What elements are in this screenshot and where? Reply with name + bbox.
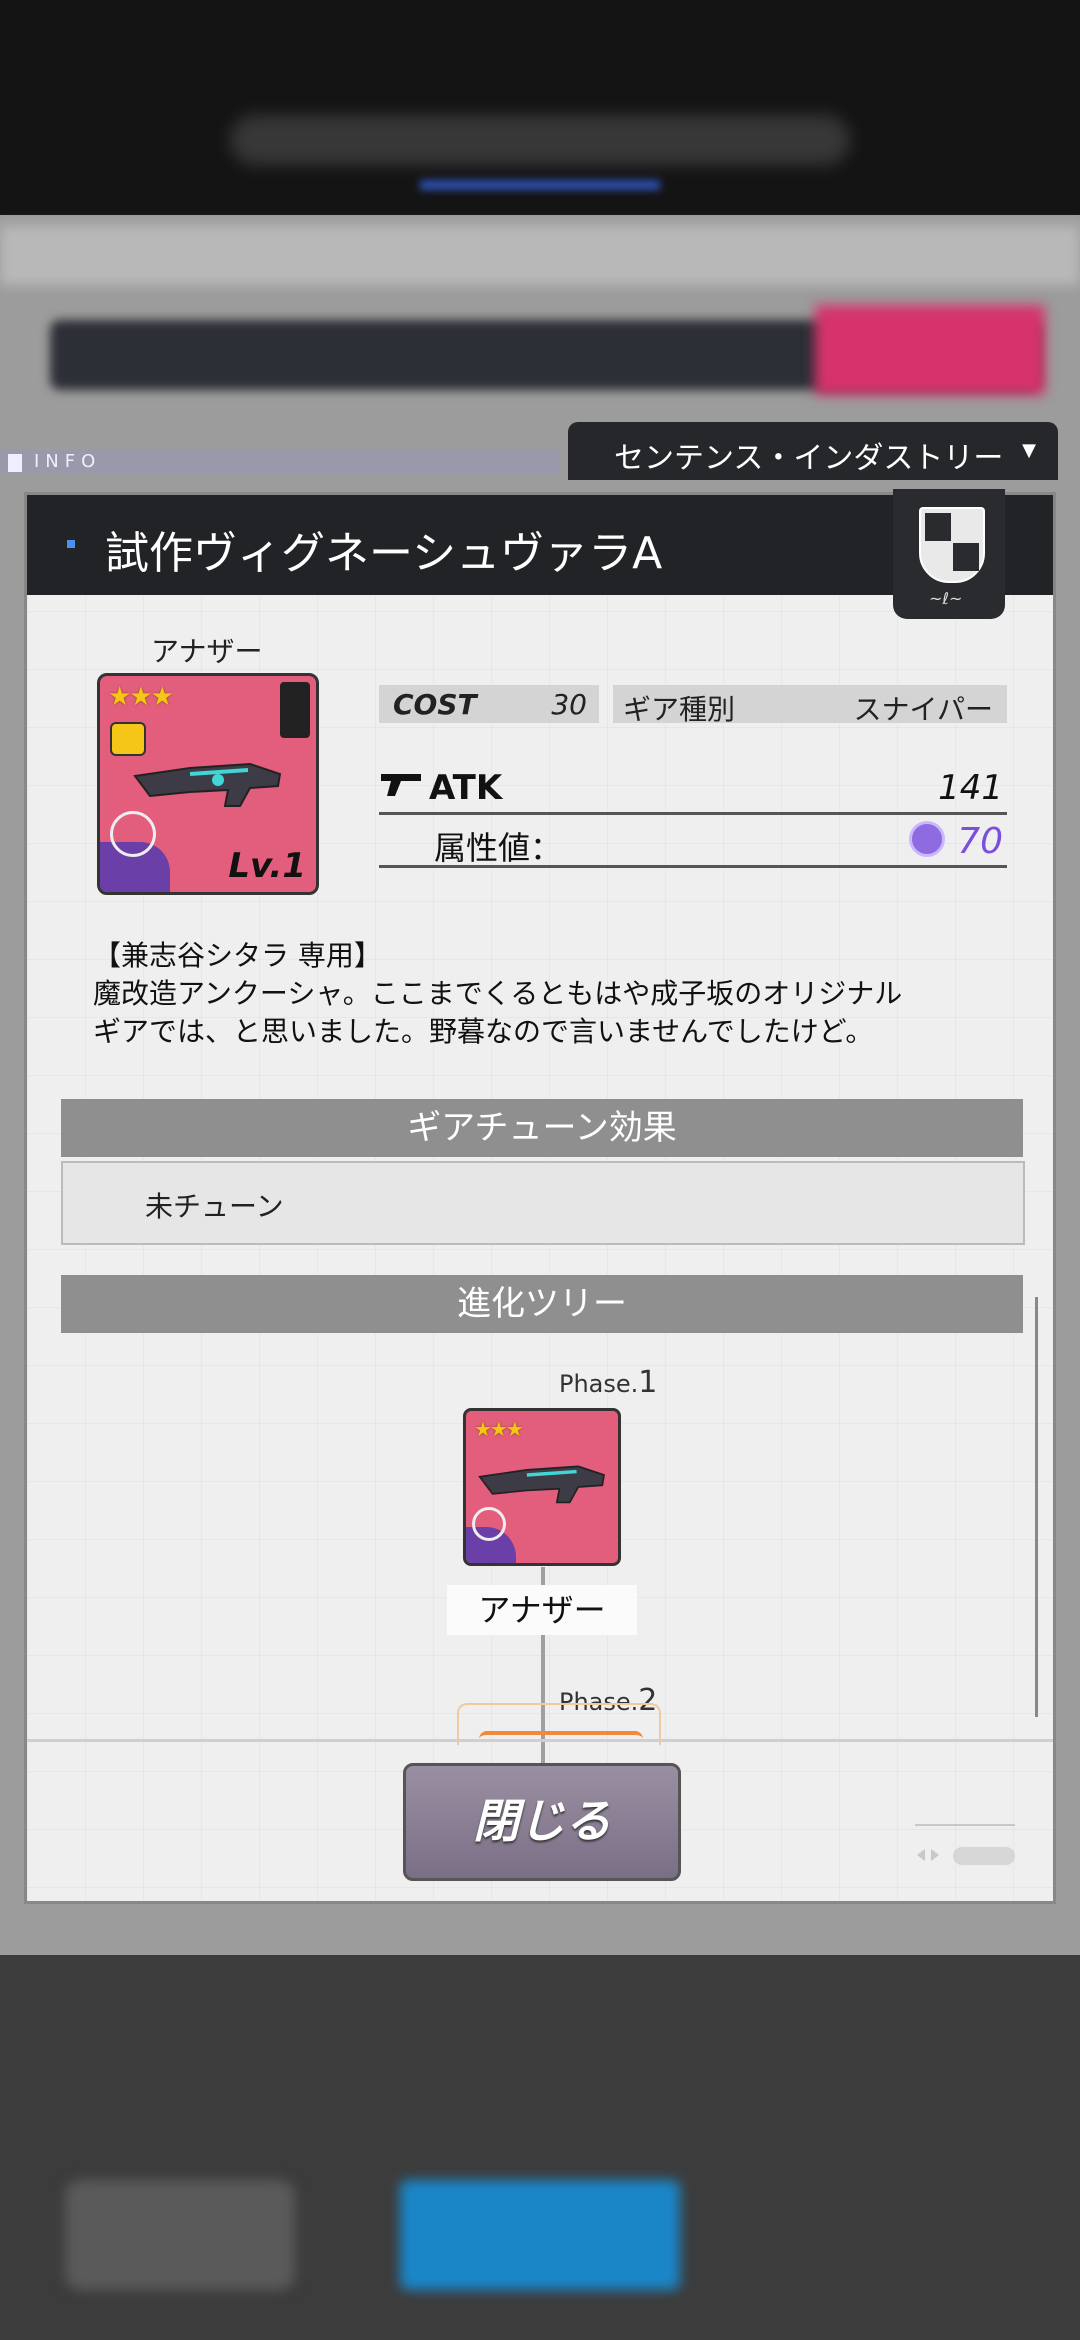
sniper-gun-icon <box>478 1465 605 1504</box>
gear-detail-dialog: 試作ヴィグネーシュヴァラA ~ℓ~ アナザー ★★★ Lv.1 COST 30 … <box>24 489 1056 1904</box>
gear-type-label: ギア種別 <box>623 693 736 726</box>
manufacturer-label: センテンス・インダストリー <box>614 441 1004 476</box>
phase-1-name: アナザー <box>447 1585 637 1635</box>
description-line: 【兼志谷シタラ 専用】 <box>93 939 382 972</box>
info-label: INFO <box>34 451 102 472</box>
scrollbar[interactable] <box>1035 1297 1038 1717</box>
attribute-row: 属性値： 70 <box>379 815 1007 868</box>
slot-indicator <box>280 682 310 738</box>
phase-1-label: Phase.1 <box>559 1365 658 1400</box>
info-marker-icon <box>8 454 22 472</box>
shield-icon <box>919 507 985 583</box>
cost-box: COST 30 <box>379 685 599 723</box>
description-line: ギアでは、と思いました。野暮なので言いませんでしたけど。 <box>93 1015 874 1048</box>
atk-label: ATK <box>429 768 503 808</box>
gear-type-value: スナイパー <box>853 693 993 726</box>
atk-value: 141 <box>938 768 1003 808</box>
footer-divider <box>27 1739 1053 1742</box>
gear-level: Lv.1 <box>228 846 306 886</box>
rarity-stars: ★★★ <box>474 1417 524 1441</box>
attribute-value: 70 <box>957 821 1003 862</box>
tune-section-header: ギアチューン効果 <box>61 1099 1023 1157</box>
attribute-label: 属性値： <box>434 829 563 867</box>
rarity-label: アナザー <box>151 635 263 668</box>
cost-label: COST <box>393 688 477 721</box>
background-footer-button-right <box>400 2180 680 2290</box>
sniper-gun-icon <box>133 762 282 807</box>
description-line: 魔改造アンクーシャ。ここまでくるともはや成子坂のオリジナル <box>93 977 903 1010</box>
camera-control-icon <box>915 1824 1015 1865</box>
tune-effect-value: 未チューン <box>145 1190 284 1223</box>
attribute-icon <box>909 821 945 857</box>
close-button[interactable]: 閉じる <box>403 1763 681 1881</box>
cost-value: 30 <box>551 688 587 721</box>
atk-row: ATK 141 <box>379 760 1007 815</box>
gear-title: 試作ヴィグネーシュヴァラA <box>105 528 663 579</box>
gear-card: ★★★ Lv.1 <box>97 673 319 895</box>
manufacturer-emblem: ~ℓ~ <box>893 489 1005 619</box>
gear-description: 【兼志谷シタラ 専用】 魔改造アンクーシャ。ここまでくるともはや成子坂のオリジナ… <box>93 937 1013 1051</box>
phase-1-gear-card[interactable]: ★★★ <box>463 1408 621 1566</box>
background-footer-button-left <box>65 2180 295 2290</box>
target-icon <box>110 811 156 857</box>
evolution-tree-header: 進化ツリー <box>61 1275 1023 1333</box>
title-bullet-icon <box>67 540 75 548</box>
tune-effect-box: 未チューン <box>61 1161 1025 1245</box>
rarity-stars: ★★★ <box>108 682 174 712</box>
background-pink-button <box>815 305 1045 395</box>
background-tabs <box>0 225 1080 285</box>
manufacturer-dropdown[interactable]: センテンス・インダストリー ▼ <box>568 422 1058 480</box>
background-title <box>230 115 850 165</box>
signature-mark: ~ℓ~ <box>929 589 963 608</box>
shield-quarter-icon <box>953 543 979 571</box>
gun-icon <box>381 774 421 796</box>
background-title-underline <box>420 180 660 190</box>
caret-down-icon: ▼ <box>1022 440 1036 461</box>
target-icon <box>472 1507 506 1541</box>
shield-quarter-icon <box>925 513 951 541</box>
gear-type-box: ギア種別 スナイパー <box>613 685 1007 726</box>
